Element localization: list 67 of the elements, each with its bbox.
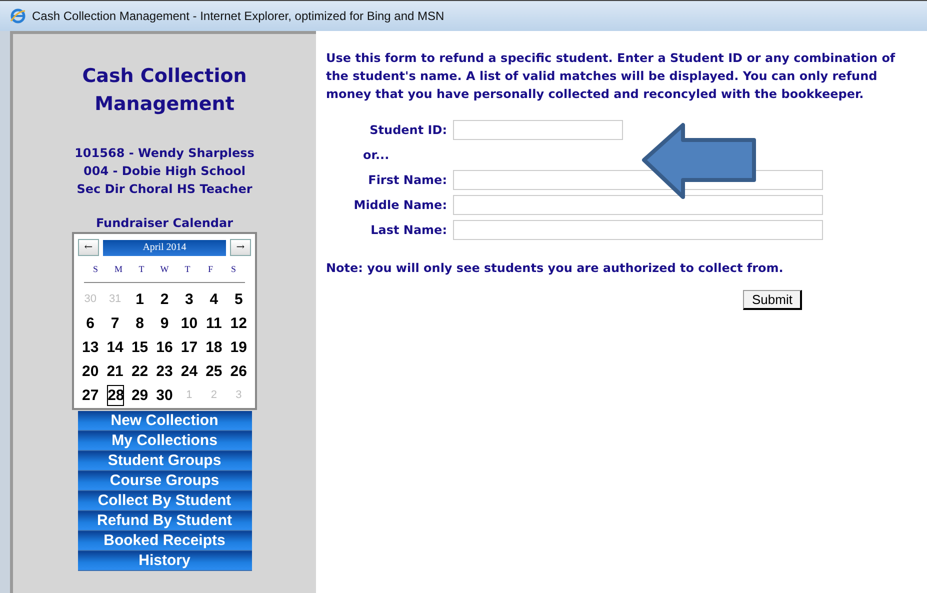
- calendar-day[interactable]: 24: [176, 361, 202, 382]
- field-label: Middle Name:: [352, 198, 448, 212]
- menu-item[interactable]: History: [78, 551, 252, 571]
- menu-item[interactable]: Collect By Student: [78, 491, 252, 511]
- calendar-day[interactable]: 4: [202, 289, 226, 310]
- next-month-button[interactable]: →: [230, 239, 251, 256]
- weekday-label: S: [92, 264, 99, 274]
- calendar-day[interactable]: 17: [176, 337, 202, 358]
- calendar-day[interactable]: 27: [78, 385, 103, 406]
- field-label: Last Name:: [370, 223, 448, 237]
- month-label: April 2014: [103, 240, 226, 256]
- submit-button[interactable]: Submit: [743, 290, 802, 310]
- weekday-label: T: [138, 264, 146, 274]
- calendar-day[interactable]: 9: [152, 313, 177, 334]
- instructions-text: Use this form to refund a specific student. Enter a Student ID or any combination of the student's name. A list of valid matches will be displayed. You can only refund money that you have personally collected and reconcyled with the bookkeeper.: [326, 50, 896, 103]
- user-info: 101568 - Wendy Sharpless: [74, 145, 254, 162]
- calendar-day[interactable]: 8: [127, 313, 152, 334]
- calendar-title: Fundraiser Calendar: [96, 216, 234, 230]
- weekday-label: W: [159, 264, 170, 274]
- calendar-day[interactable]: 25: [202, 361, 226, 382]
- calendar-day[interactable]: 10: [176, 313, 202, 334]
- menu-item[interactable]: New Collection: [78, 411, 252, 431]
- input-field[interactable]: [453, 195, 823, 215]
- calendar-day[interactable]: 26: [226, 361, 251, 382]
- window-title: Cash Collection Management - Internet Explorer, optimized for Bing and MSN: [32, 9, 444, 23]
- calendar-day[interactable]: 28: [106, 385, 124, 406]
- user-info: 004 - Dobie High School: [84, 163, 246, 180]
- note-text: Note: you will only see students you are authorized to collect from.: [326, 261, 784, 275]
- input-field[interactable]: [453, 220, 823, 240]
- calendar-day[interactable]: 22: [127, 361, 152, 382]
- menu-item[interactable]: Course Groups: [78, 471, 252, 491]
- calendar-day[interactable]: 29: [127, 385, 152, 406]
- separator-text: or...: [363, 148, 390, 162]
- calendar-day[interactable]: 23: [152, 361, 177, 382]
- menu-item[interactable]: Refund By Student: [78, 511, 252, 531]
- calendar-day[interactable]: 20: [78, 361, 103, 382]
- calendar-day[interactable]: 12: [226, 313, 251, 334]
- app-title: Cash Collection Management: [81, 64, 248, 117]
- menu-item[interactable]: Student Groups: [78, 451, 252, 471]
- weekday-label: M: [113, 264, 124, 274]
- calendar-day[interactable]: 30: [152, 385, 177, 406]
- calendar-day[interactable]: 18: [202, 337, 226, 358]
- calendar-day[interactable]: 5: [226, 289, 251, 310]
- weekday-label: T: [184, 264, 192, 274]
- calendar-day[interactable]: 13: [78, 337, 103, 358]
- calendar-day[interactable]: 16: [152, 337, 177, 358]
- calendar-day[interactable]: 2: [152, 289, 177, 310]
- calendar-day[interactable]: 7: [102, 313, 128, 334]
- menu-item[interactable]: My Collections: [78, 431, 252, 451]
- previous-month-button[interactable]: ←: [78, 239, 99, 256]
- calendar-day[interactable]: 3: [176, 289, 202, 310]
- arrow-icon: [641, 122, 759, 202]
- weekday-label: S: [230, 264, 237, 274]
- calendar-day[interactable]: 14: [102, 337, 128, 358]
- weekday-label: F: [206, 264, 214, 274]
- user-info: Sec Dir Choral HS Teacher: [76, 181, 252, 198]
- calendar-day[interactable]: 21: [102, 361, 128, 382]
- calendar-day[interactable]: 6: [78, 313, 103, 334]
- menu-item[interactable]: Booked Receipts: [78, 531, 252, 551]
- field-label: Student ID:: [368, 123, 448, 137]
- calendar-day[interactable]: 1: [127, 289, 152, 310]
- browser-logo-icon: [10, 8, 26, 24]
- calendar-day[interactable]: 15: [127, 337, 152, 358]
- calendar-day[interactable]: 19: [226, 337, 251, 358]
- field-label: First Name:: [367, 173, 448, 187]
- calendar-day[interactable]: 11: [202, 313, 226, 334]
- input-field[interactable]: [453, 120, 623, 140]
